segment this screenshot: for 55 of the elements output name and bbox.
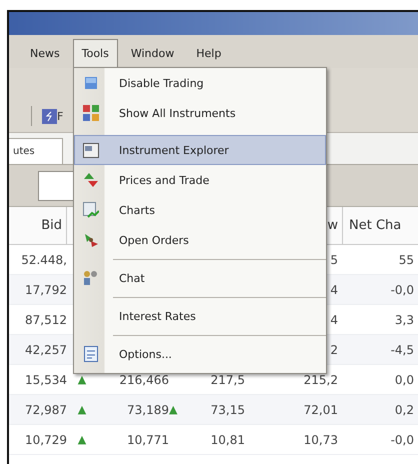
table-cell: 73,15: [210, 402, 245, 416]
menu-item[interactable]: Show All Instruments: [74, 98, 326, 128]
menu-item[interactable]: Options...: [74, 339, 326, 369]
table-cell-text: 10,729: [24, 432, 67, 446]
table-cell-text: 73,189: [126, 402, 169, 416]
table-cell-text: 3,3: [394, 312, 415, 326]
table-cell-text: 216,466: [118, 372, 169, 386]
column-header[interactable]: Net Cha: [343, 207, 418, 245]
trend-arrow-icon: ▲: [169, 404, 178, 415]
table-cell: 217,5: [210, 372, 245, 386]
column-header[interactable]: Bid: [9, 207, 67, 245]
table-cell-text: 0,0: [394, 372, 415, 386]
menu-item[interactable]: Open Orders: [74, 225, 326, 255]
tab[interactable]: utes: [9, 138, 63, 164]
table-cell-text: 52.448,: [20, 252, 67, 266]
trend-arrow-icon: ▲: [78, 404, 86, 415]
menu-item[interactable]: Tools: [72, 39, 118, 68]
menu-item[interactable]: Help: [187, 39, 230, 68]
grid-icon: [82, 105, 98, 121]
table-cell-text: 4: [329, 312, 339, 326]
menu-item[interactable]: Charts: [74, 195, 326, 225]
menu-item[interactable]: News: [21, 39, 69, 68]
table-cell-text: 15,534: [24, 372, 67, 386]
table-cell-text: 2: [329, 342, 339, 356]
chart-icon: [82, 202, 98, 218]
menu-item[interactable]: Instrument Explorer: [74, 135, 326, 165]
table-cell-text: 4: [329, 282, 339, 296]
trend-arrow-icon: ▲: [78, 434, 86, 445]
table-cell-text: 10,73: [302, 432, 339, 446]
menu-item[interactable]: Chat: [74, 263, 326, 293]
orders-icon: [82, 232, 98, 248]
document-icon: [84, 346, 98, 362]
table-cell-text: 0,2: [394, 402, 415, 416]
table-cell: 10,81: [210, 432, 245, 446]
table-cell-text: 42,257: [24, 342, 67, 356]
trend-arrow-icon: ▲: [78, 374, 86, 385]
people-icon: [82, 270, 98, 286]
table-cell-text: -0,0: [390, 282, 415, 296]
toolbar-label: F: [57, 110, 64, 122]
arrows-icon: [82, 172, 98, 188]
menu-item[interactable]: Window: [122, 39, 184, 68]
table-cell-text: 55: [398, 252, 415, 266]
window-icon: [82, 142, 98, 158]
table-cell-text: 5: [329, 252, 339, 266]
table-cell-text: 10,771: [126, 432, 169, 446]
table-cell-text: -0,0: [390, 432, 415, 446]
square-icon: [84, 77, 96, 89]
table-cell-text: 72,987: [24, 402, 67, 416]
table-cell-text: -4,5: [390, 342, 415, 356]
table-cell-text: 215,2: [302, 372, 339, 386]
table-cell-text: 87,512: [24, 312, 67, 326]
menu-item[interactable]: Interest Rates: [74, 301, 326, 331]
lightning-icon[interactable]: [42, 108, 57, 124]
table-cell-text: 72,01: [302, 402, 339, 416]
table-cell-text: 17,792: [24, 282, 67, 296]
